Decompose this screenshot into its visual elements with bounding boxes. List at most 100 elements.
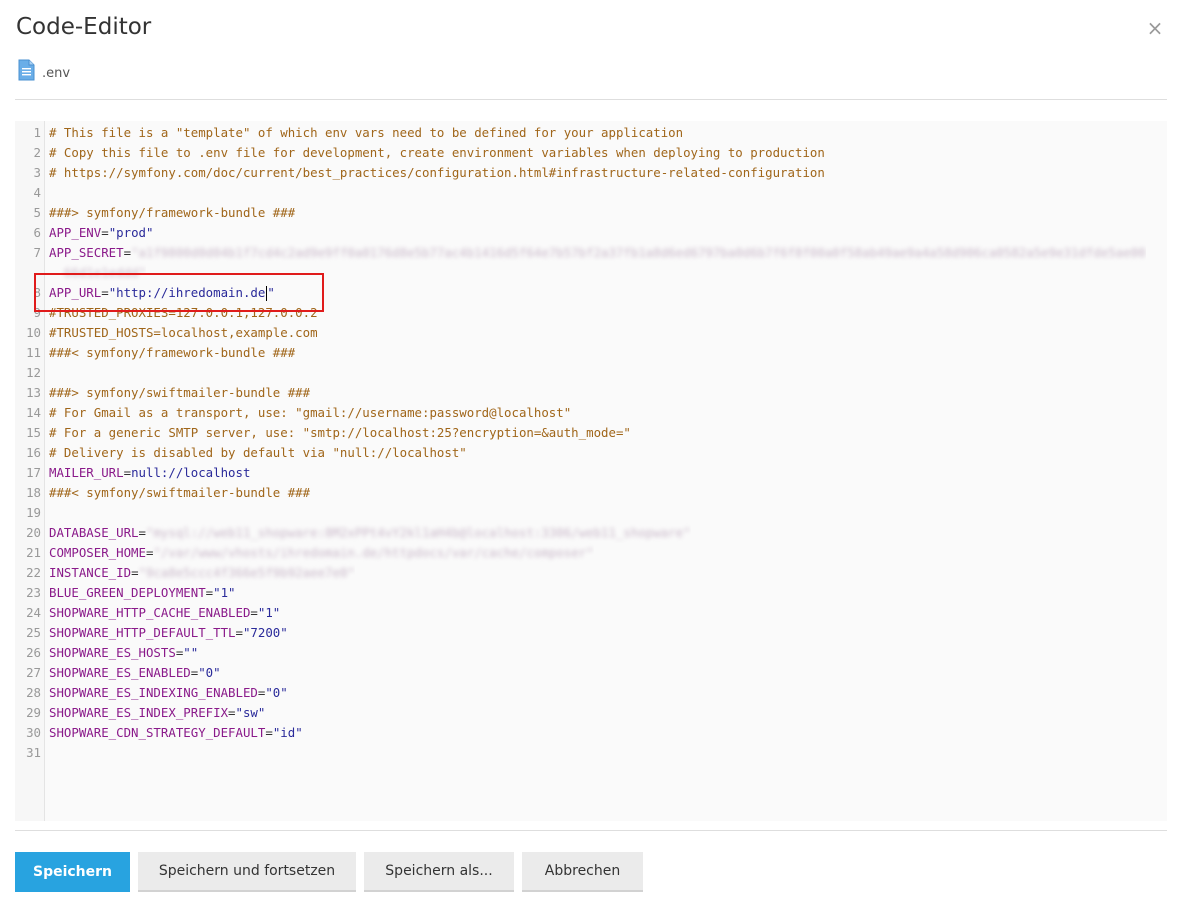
line-number: 20 — [26, 525, 41, 540]
code-line[interactable]: 21 COMPOSER_HOME="/var/www/vhosts/ihredom… — [15, 543, 1167, 563]
save-as-button[interactable]: Speichern als... — [364, 852, 514, 892]
line-number: 23 — [26, 585, 41, 600]
code-token: ###> symfony/framework-bundle ### — [49, 205, 296, 220]
save-and-continue-button[interactable]: Speichern und fortsetzen — [138, 852, 356, 892]
line-number: 7 — [33, 245, 41, 260]
code-token: # This file is a "template" of which env… — [49, 125, 684, 140]
cancel-button[interactable]: Abbrechen — [522, 852, 643, 892]
line-number: 18 — [26, 485, 41, 500]
code-line[interactable]: 66d1e1eddd" — [15, 263, 1167, 283]
line-code: # https://symfony.com/doc/current/best_p… — [41, 163, 825, 183]
line-code: SHOPWARE_HTTP_CACHE_ENABLED="1" — [41, 603, 280, 623]
code-line[interactable]: 9 #TRUSTED_PROXIES=127.0.0.1,127.0.0.2 — [15, 303, 1167, 323]
code-token: "" — [183, 645, 199, 660]
line-number: 16 — [26, 445, 41, 460]
code-token: ###< symfony/framework-bundle ### — [49, 345, 296, 360]
code-token: SHOPWARE_HTTP_DEFAULT_TTL — [49, 625, 236, 640]
code-token: SHOPWARE_CDN_STRATEGY_DEFAULT — [49, 725, 266, 740]
line-code: # For a generic SMTP server, use: "smtp:… — [41, 423, 631, 443]
line-number: 3 — [33, 165, 41, 180]
line-number: 27 — [26, 665, 41, 680]
code-line[interactable]: 29 SHOPWARE_ES_INDEX_PREFIX="sw" — [15, 703, 1167, 723]
line-code: APP_URL="http://ihredomain.de " — [41, 283, 275, 303]
line-number: 22 — [26, 565, 41, 580]
code-line[interactable]: 10 #TRUSTED_HOSTS=localhost,example.com — [15, 323, 1167, 343]
line-code: ###< symfony/swiftmailer-bundle ### — [41, 483, 310, 503]
code-token: SHOPWARE_HTTP_CACHE_ENABLED — [49, 605, 251, 620]
code-line[interactable]: 31 — [15, 743, 1167, 763]
code-token: = — [250, 605, 258, 620]
code-line[interactable]: 2 # Copy this file to .env file for devel… — [15, 143, 1167, 163]
line-code: SHOPWARE_ES_INDEX_PREFIX="sw" — [41, 703, 265, 723]
code-line[interactable]: 25 SHOPWARE_HTTP_DEFAULT_TTL="7200" — [15, 623, 1167, 643]
code-line[interactable]: 18 ###< symfony/swiftmailer-bundle ### — [15, 483, 1167, 503]
code-line[interactable]: 26 SHOPWARE_ES_HOSTS="" — [15, 643, 1167, 663]
line-code: 66d1e1eddd" — [41, 263, 146, 283]
code-token: # https://symfony.com/doc/current/best_p… — [49, 165, 825, 180]
line-number: 5 — [33, 205, 41, 220]
redacted-value: "9ca8e5ccc4f366e5f9b92aee7e0" — [138, 565, 355, 580]
code-line[interactable]: 17 MAILER_URL=null://localhost — [15, 463, 1167, 483]
line-number: 11 — [26, 345, 41, 360]
code-token: SHOPWARE_ES_INDEXING_ENABLED — [49, 685, 258, 700]
save-button[interactable]: Speichern — [15, 852, 130, 892]
line-code: ###> symfony/framework-bundle ### — [41, 203, 295, 223]
line-code: BLUE_GREEN_DEPLOYMENT="1" — [41, 583, 236, 603]
code-line[interactable]: 12 — [15, 363, 1167, 383]
code-token: BLUE_GREEN_DEPLOYMENT — [49, 585, 206, 600]
line-code: DATABASE_URL="mysql://web11_shopware:8M2… — [41, 523, 691, 543]
dialog-title: Code-Editor — [16, 14, 152, 40]
line-number: 13 — [26, 385, 41, 400]
code-line[interactable]: 6 APP_ENV="prod" — [15, 223, 1167, 243]
line-number: 25 — [26, 625, 41, 640]
line-code: SHOPWARE_ES_HOSTS="" — [41, 643, 198, 663]
code-token: #TRUSTED_HOSTS=localhost,example.com — [49, 325, 318, 340]
code-line[interactable]: 3 # https://symfony.com/doc/current/best_… — [15, 163, 1167, 183]
code-editor[interactable]: 1 # This file is a "template" of which en… — [15, 121, 1167, 821]
line-code: SHOPWARE_HTTP_DEFAULT_TTL="7200" — [41, 623, 288, 643]
code-line[interactable]: 8 APP_URL="http://ihredomain.de " — [15, 283, 1167, 303]
code-token: # Copy this file to .env file for develo… — [49, 145, 825, 160]
code-line[interactable]: 4 — [15, 183, 1167, 203]
code-token: # For a generic SMTP server, use: "smtp:… — [49, 425, 631, 440]
code-line[interactable]: 27 SHOPWARE_ES_ENABLED="0" — [15, 663, 1167, 683]
code-line[interactable]: 5 ###> symfony/framework-bundle ### — [15, 203, 1167, 223]
line-number: 10 — [26, 325, 41, 340]
code-line[interactable]: 19 — [15, 503, 1167, 523]
code-line[interactable]: 16 # Delivery is disabled by default via … — [15, 443, 1167, 463]
code-line[interactable]: 28 SHOPWARE_ES_INDEXING_ENABLED="0" — [15, 683, 1167, 703]
divider-bottom — [15, 830, 1167, 831]
code-line[interactable]: 22 INSTANCE_ID="9ca8e5ccc4f366e5f9b92aee7… — [15, 563, 1167, 583]
code-lines[interactable]: 1 # This file is a "template" of which en… — [15, 123, 1167, 763]
line-code: SHOPWARE_ES_INDEXING_ENABLED="0" — [41, 683, 288, 703]
code-token: "0" — [265, 685, 288, 700]
code-line[interactable]: 1 # This file is a "template" of which en… — [15, 123, 1167, 143]
code-line[interactable]: 15 # For a generic SMTP server, use: "smt… — [15, 423, 1167, 443]
code-line[interactable]: 11 ###< symfony/framework-bundle ### — [15, 343, 1167, 363]
line-number: 17 — [26, 465, 41, 480]
code-line[interactable]: 23 BLUE_GREEN_DEPLOYMENT="1" — [15, 583, 1167, 603]
line-number: 8 — [33, 285, 41, 300]
code-token: "1" — [213, 585, 236, 600]
line-number: 2 — [33, 145, 41, 160]
code-token: = — [131, 565, 139, 580]
code-token: null://localhost — [131, 465, 251, 480]
line-number: 21 — [26, 545, 41, 560]
code-line[interactable]: 30 SHOPWARE_CDN_STRATEGY_DEFAULT="id" — [15, 723, 1167, 743]
code-line[interactable]: 14 # For Gmail as a transport, use: "gmai… — [15, 403, 1167, 423]
code-token: " — [267, 285, 275, 300]
close-icon[interactable]: × — [1145, 18, 1165, 38]
code-line[interactable]: 7 APP_SECRET="a1f9800d0d04b1f7cd4c2ad9e9f… — [15, 243, 1167, 263]
code-line[interactable]: 24 SHOPWARE_HTTP_CACHE_ENABLED="1" — [15, 603, 1167, 623]
code-token: "1" — [257, 605, 281, 620]
code-line[interactable]: 20 DATABASE_URL="mysql://web11_shopware:8… — [15, 523, 1167, 543]
file-text-icon — [18, 59, 35, 81]
code-token: "7200" — [242, 625, 288, 640]
line-code: ###> symfony/swiftmailer-bundle ### — [41, 383, 310, 403]
line-number: 12 — [26, 365, 41, 380]
line-code: #TRUSTED_HOSTS=localhost,example.com — [41, 323, 318, 343]
code-line[interactable]: 13 ###> symfony/swiftmailer-bundle ### — [15, 383, 1167, 403]
code-token: = — [123, 245, 132, 260]
